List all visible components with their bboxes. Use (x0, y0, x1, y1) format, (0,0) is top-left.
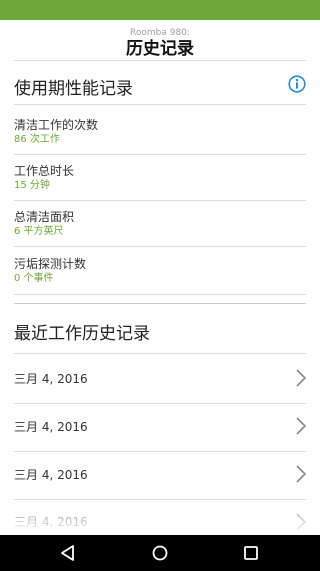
history-date: 三月 4, 2016 (14, 468, 88, 482)
stat-cleaning-jobs: 清洁工作的次数 86 次工作 (14, 117, 306, 147)
stat-value: 86 次工作 (14, 134, 60, 145)
chevron-right-icon (296, 417, 306, 435)
chevron-right-icon (296, 465, 306, 483)
history-item[interactable]: 三月 4, 2016 (14, 355, 306, 403)
stats-section-title: 使用期性能记录 (14, 79, 133, 99)
stat-value: 6 平方英尺 (14, 226, 64, 237)
chevron-right-icon (296, 513, 306, 531)
divider (14, 154, 306, 155)
stat-dirt-detect: 污垢探测计数 0 个事件 (14, 256, 306, 286)
history-date: 三月 4, 2016 (14, 372, 88, 386)
stat-label: 清洁工作的次数 (14, 118, 99, 132)
divider (14, 60, 306, 61)
stat-label: 工作总时长 (14, 164, 75, 178)
history-date: 三月 4, 2016 (14, 515, 88, 529)
history-item[interactable]: 三月 4, 2016 (14, 403, 306, 451)
stat-total-time: 工作总时长 15 分钟 (14, 163, 306, 193)
divider (14, 246, 306, 247)
stat-value: 0 个事件 (14, 273, 54, 284)
stat-label: 污垢探测计数 (14, 257, 87, 271)
system-nav-bar (0, 535, 320, 571)
divider (14, 294, 306, 295)
chevron-right-icon (296, 369, 306, 387)
stat-value: 15 分钟 (14, 180, 50, 191)
page-title: 历史记录 (126, 39, 194, 59)
divider (14, 200, 306, 201)
status-bar (0, 0, 320, 20)
back-icon[interactable] (58, 543, 78, 563)
history-date: 三月 4, 2016 (14, 420, 88, 434)
stat-total-area: 总清洁面积 6 平方英尺 (14, 209, 306, 239)
history-section-title: 最近工作历史记录 (14, 324, 150, 344)
section-divider (14, 303, 306, 304)
header: Roomba 980: 历史记录 (0, 22, 320, 60)
divider (14, 104, 306, 105)
stat-label: 总清洁面积 (14, 210, 75, 224)
history-item[interactable]: 三月 4, 2016 (14, 451, 306, 499)
divider (14, 353, 306, 354)
home-icon[interactable] (150, 543, 170, 563)
info-icon[interactable] (288, 75, 306, 93)
recents-icon[interactable] (241, 543, 261, 563)
device-name: Roomba 980: (130, 28, 190, 38)
